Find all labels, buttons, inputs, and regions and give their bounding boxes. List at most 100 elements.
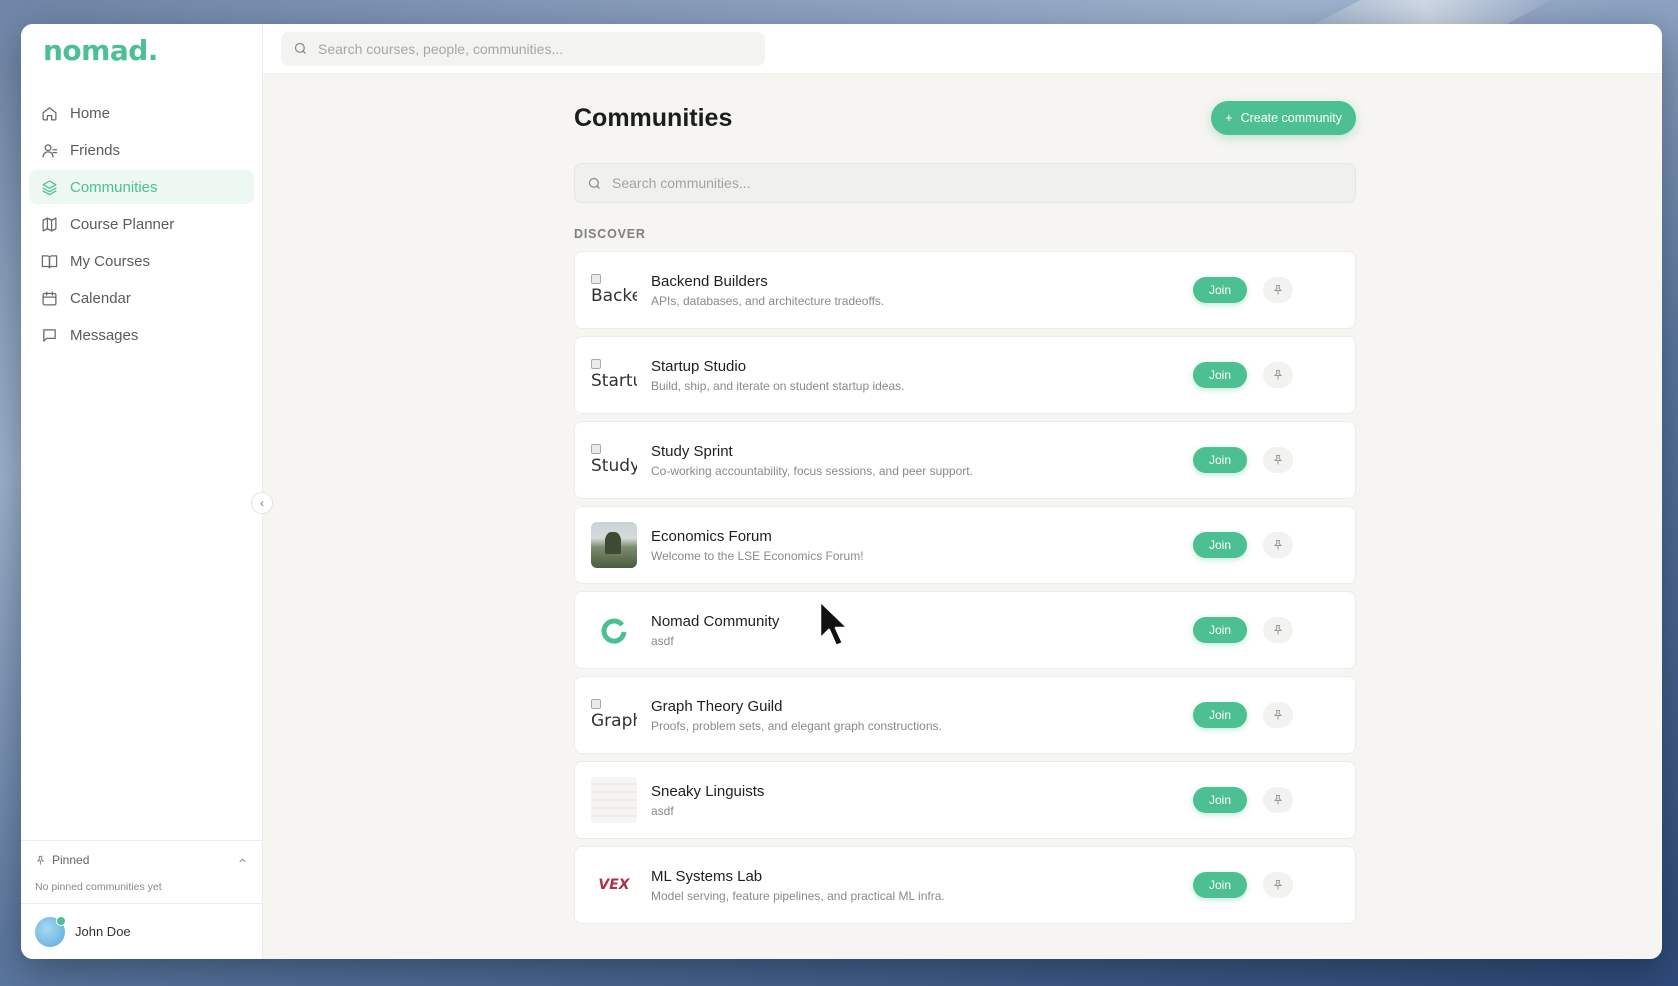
- sidebar-item-label: Messages: [70, 326, 139, 344]
- pin-icon: [1273, 370, 1283, 380]
- broken-image-icon: [591, 699, 601, 709]
- pin-button[interactable]: [1263, 702, 1293, 728]
- sidebar-item-my-courses[interactable]: My Courses: [29, 244, 254, 278]
- join-button[interactable]: Join: [1193, 617, 1247, 643]
- community-image-broken: Backend Builders: [591, 267, 637, 313]
- community-search-input[interactable]: Search communities...: [574, 163, 1356, 203]
- join-button[interactable]: Join: [1193, 362, 1247, 388]
- community-image: VEX: [591, 862, 637, 908]
- community-image: [591, 607, 637, 653]
- nomad-logo-icon: [601, 618, 627, 644]
- search-icon: [294, 42, 306, 54]
- pin-icon: [36, 855, 45, 865]
- sidebar-item-messages[interactable]: Messages: [29, 318, 254, 352]
- community-info: Backend Builders APIs, databases, and arc…: [651, 273, 1193, 308]
- sidebar-item-course-planner[interactable]: Course Planner: [29, 207, 254, 241]
- vex-logo: VEX: [598, 877, 630, 893]
- pinned-title: Pinned: [52, 853, 90, 867]
- app-logo[interactable]: nomad.: [21, 24, 262, 96]
- community-info: Sneaky Linguists asdf: [651, 783, 1193, 818]
- pinned-header[interactable]: Pinned: [35, 853, 248, 867]
- join-button[interactable]: Join: [1193, 447, 1247, 473]
- community-image-broken: Study Sprint: [591, 437, 637, 483]
- join-button[interactable]: Join: [1193, 277, 1247, 303]
- community-image: [591, 522, 637, 568]
- community-card[interactable]: Nomad Community asdf Join: [574, 591, 1356, 669]
- community-name: Economics Forum: [651, 527, 772, 545]
- pin-icon: [1273, 795, 1283, 805]
- pin-button[interactable]: [1263, 787, 1293, 813]
- community-image-broken: Graph Theory Guild: [591, 692, 637, 738]
- pin-icon: [1273, 710, 1283, 720]
- pin-icon: [1273, 540, 1283, 550]
- plus-icon: +: [1225, 111, 1233, 125]
- sidebar-item-home[interactable]: Home: [29, 96, 254, 130]
- community-card[interactable]: VEX ML Systems Lab Model serving, feature …: [574, 846, 1356, 924]
- sidebar-item-calendar[interactable]: Calendar: [29, 281, 254, 315]
- community-description: Co-working accountability, focus session…: [651, 463, 973, 478]
- pin-button[interactable]: [1263, 872, 1293, 898]
- community-description: APIs, databases, and architecture tradeo…: [651, 293, 885, 308]
- broken-image-icon: [591, 274, 601, 284]
- calendar-icon: [42, 290, 57, 306]
- community-card[interactable]: Graph Theory Guild Graph Theory Guild Proo…: [574, 676, 1356, 754]
- community-image-alt: Study Sprint: [591, 456, 637, 476]
- page-title: Communities: [574, 103, 733, 132]
- community-description: asdf: [651, 633, 674, 648]
- user-icon: [42, 143, 58, 158]
- community-list: Backend Builders Backend Builders APIs, da…: [574, 251, 1356, 924]
- join-button[interactable]: Join: [1193, 872, 1247, 898]
- avatar: [35, 915, 66, 947]
- pin-icon: [1273, 285, 1283, 295]
- sidebar-item-communities[interactable]: Communities: [29, 170, 254, 204]
- community-name: Backend Builders: [651, 272, 768, 290]
- community-card[interactable]: Backend Builders Backend Builders APIs, da…: [574, 251, 1356, 329]
- community-description: Proofs, problem sets, and elegant graph …: [651, 718, 942, 733]
- broken-image-icon: [591, 444, 601, 454]
- pin-button[interactable]: [1263, 617, 1293, 643]
- pin-button[interactable]: [1263, 277, 1293, 303]
- home-icon: [42, 106, 57, 121]
- community-card[interactable]: Study Sprint Study Sprint Co-working accou…: [574, 421, 1356, 499]
- create-community-label: Create community: [1240, 111, 1342, 125]
- join-button[interactable]: Join: [1193, 532, 1247, 558]
- collapse-sidebar-button[interactable]: ‹: [251, 492, 273, 514]
- app-window: nomad. Home Friends Communities Course Plan…: [21, 24, 1662, 959]
- user-profile[interactable]: John Doe: [21, 903, 262, 959]
- global-search-input[interactable]: Search courses, people, communities...: [281, 31, 765, 66]
- sidebar-item-label: Communities: [70, 178, 158, 196]
- search-icon: [588, 177, 600, 189]
- pin-button[interactable]: [1263, 447, 1293, 473]
- community-name: Sneaky Linguists: [651, 782, 765, 800]
- community-image-broken: Startup Studio: [591, 352, 637, 398]
- community-card[interactable]: Economics Forum Welcome to the LSE Econom…: [574, 506, 1356, 584]
- sidebar-item-label: Calendar: [70, 289, 131, 307]
- book-open-icon: [41, 254, 58, 269]
- community-info: Economics Forum Welcome to the LSE Econom…: [651, 528, 1193, 563]
- sidebar-item-label: My Courses: [70, 252, 151, 270]
- sidebar-nav: Home Friends Communities Course Planner My C…: [21, 96, 262, 355]
- community-photo: [591, 522, 637, 568]
- section-label-discover: DISCOVER: [574, 227, 646, 241]
- community-description: Model serving, feature pipelines, and pr…: [651, 888, 945, 903]
- community-info: Nomad Community asdf: [651, 613, 1193, 648]
- community-name: Graph Theory Guild: [651, 697, 783, 715]
- sidebar-item-friends[interactable]: Friends: [29, 133, 254, 167]
- community-name: Startup Studio: [651, 357, 747, 375]
- mouse-cursor-icon: [818, 599, 850, 648]
- community-card[interactable]: Startup Studio Startup Studio Build, ship,…: [574, 336, 1356, 414]
- pin-icon: [1273, 625, 1283, 635]
- community-search-placeholder: Search communities...: [612, 175, 751, 191]
- community-image-alt: Graph Theory Guild: [591, 711, 637, 731]
- map-icon: [42, 216, 57, 232]
- pin-button[interactable]: [1263, 362, 1293, 388]
- community-name: Study Sprint: [651, 442, 733, 460]
- join-button[interactable]: Join: [1193, 702, 1247, 728]
- join-button[interactable]: Join: [1193, 787, 1247, 813]
- create-community-button[interactable]: + Create community: [1211, 101, 1356, 135]
- community-card[interactable]: Sneaky Linguists asdf Join: [574, 761, 1356, 839]
- global-search-placeholder: Search courses, people, communities...: [318, 40, 564, 57]
- sidebar-item-label: Friends: [70, 141, 121, 159]
- pin-button[interactable]: [1263, 532, 1293, 558]
- pinned-empty-text: No pinned communities yet: [35, 881, 162, 893]
